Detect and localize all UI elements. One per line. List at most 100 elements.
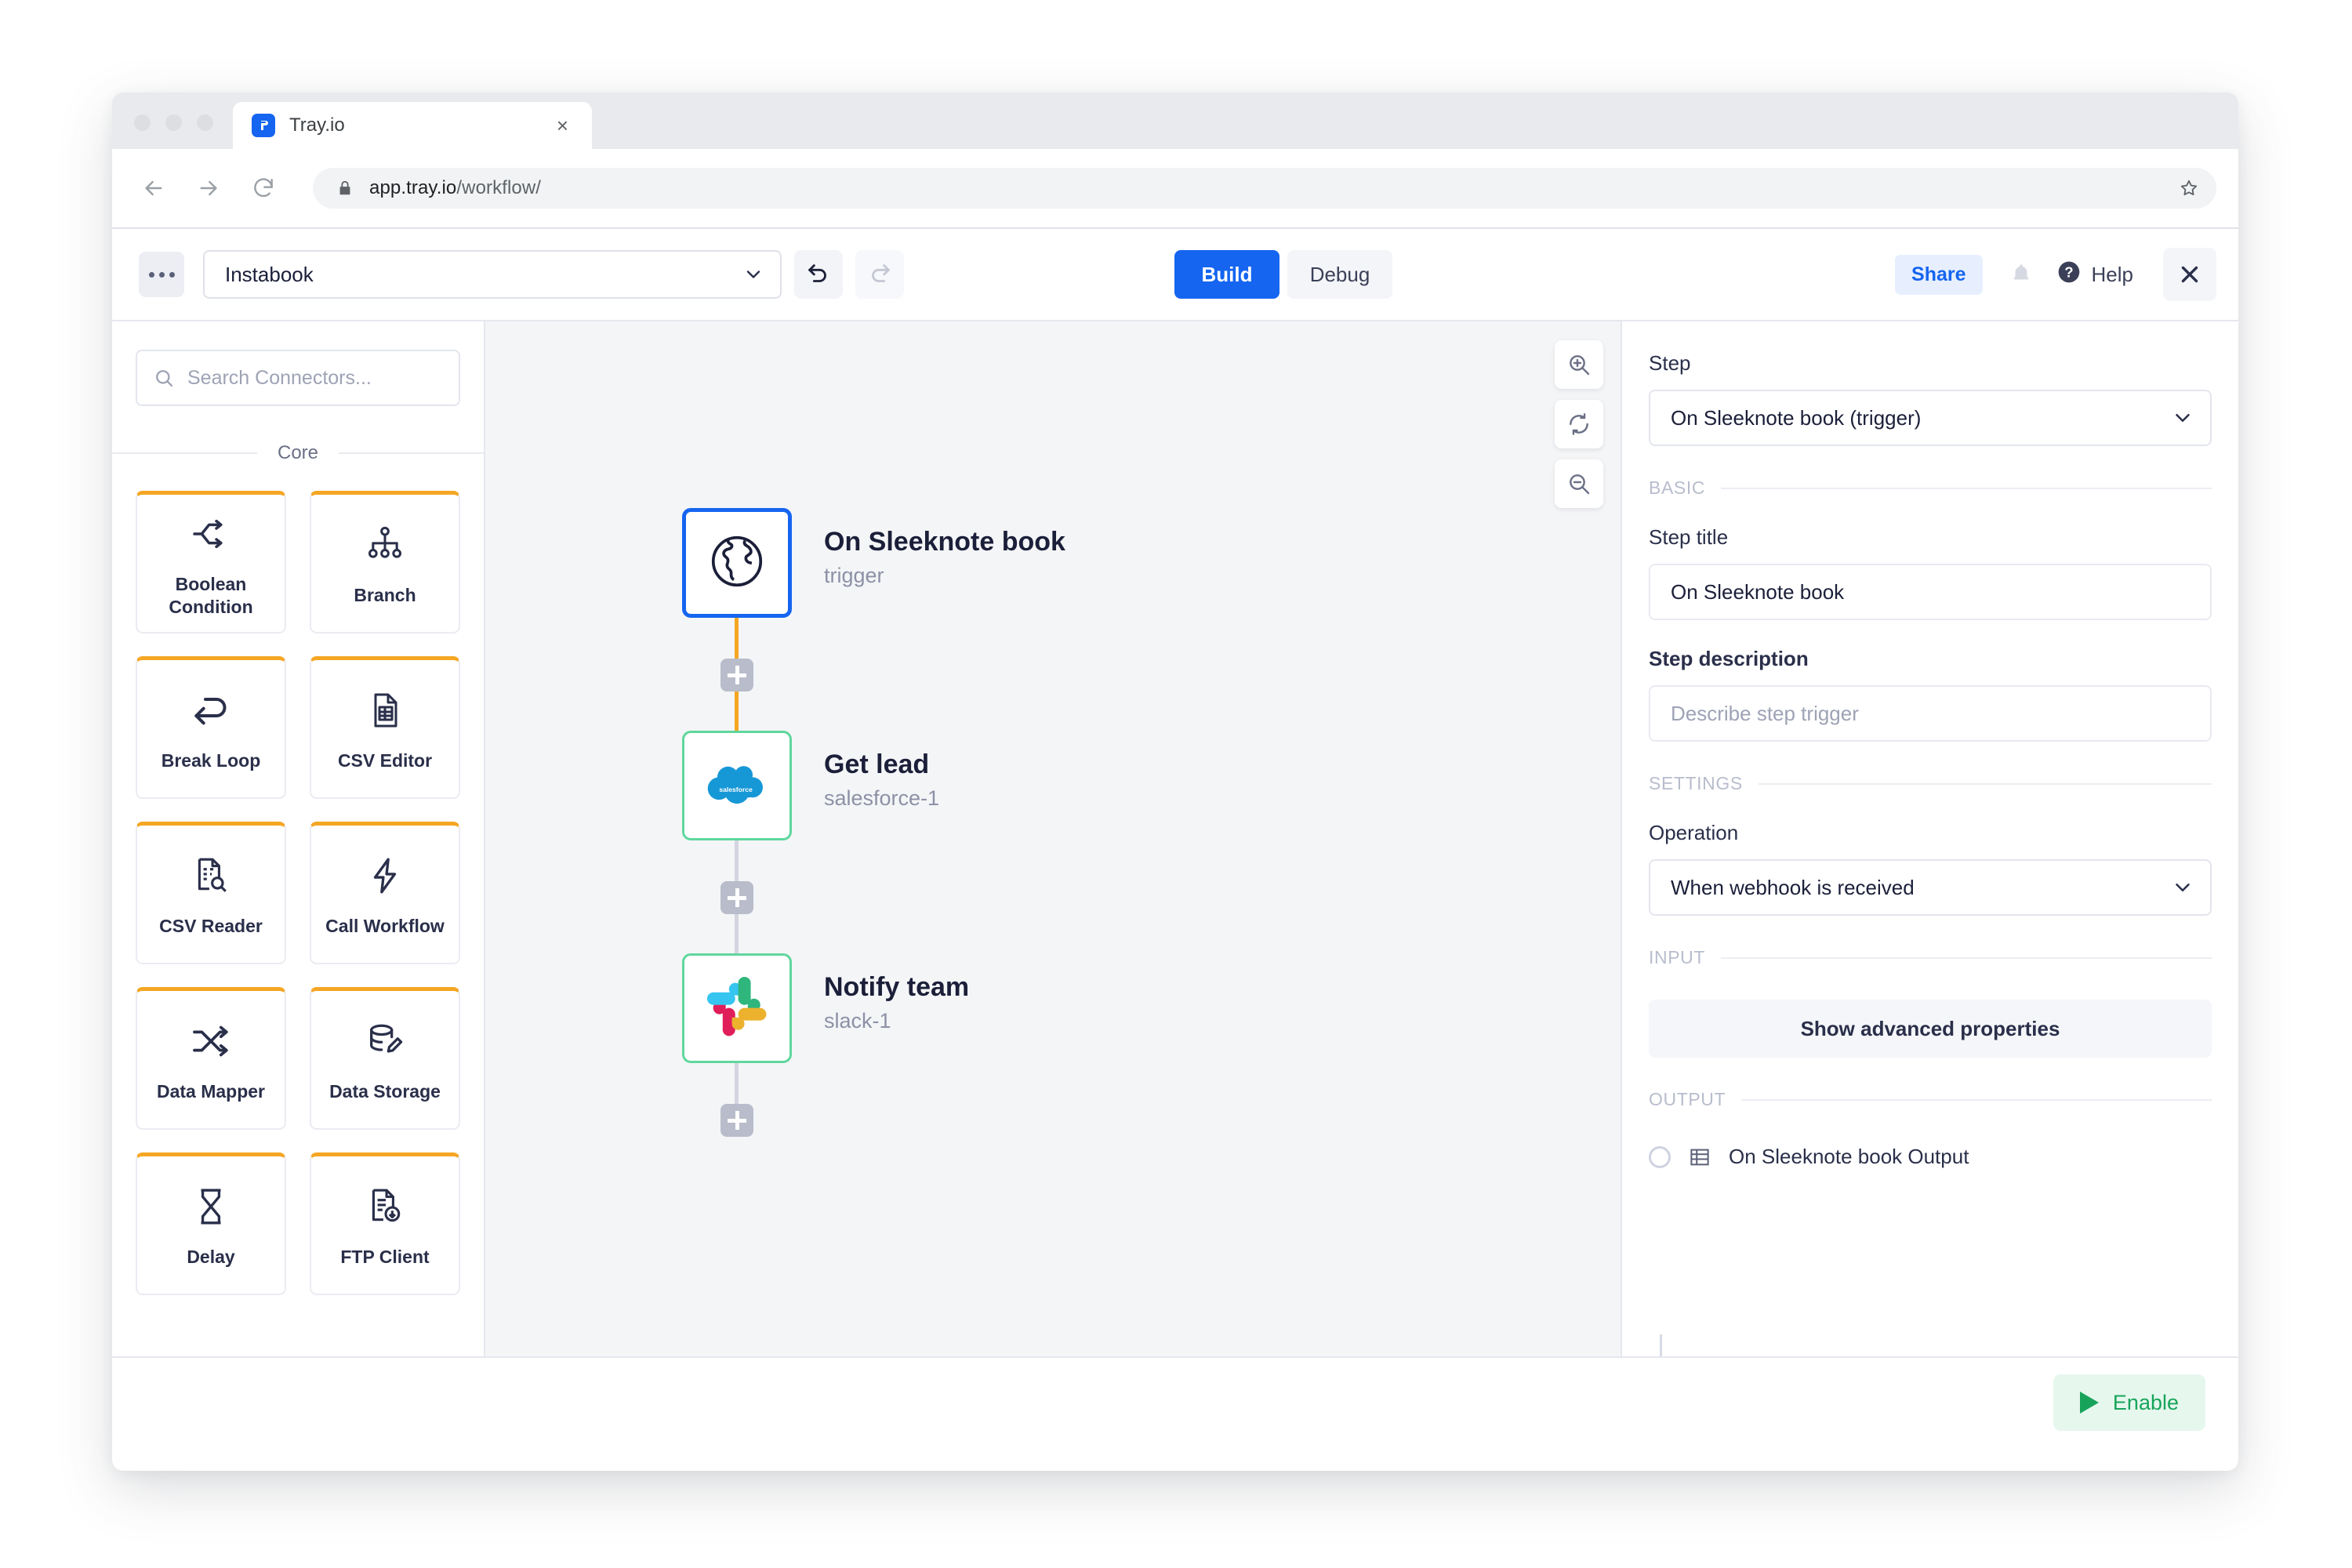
forward-arrow-icon[interactable] (191, 170, 227, 206)
connector-sidebar: Search Connectors... Core Boolean Condit… (112, 321, 485, 1356)
edge-trigger-to-plus (735, 618, 739, 659)
output-section-header: OUTPUT (1649, 1089, 2212, 1110)
section-divider-line (1721, 487, 2212, 489)
chevron-down-icon (2171, 876, 2194, 899)
redo-icon[interactable] (855, 250, 904, 299)
connector-label: Call Workflow (325, 916, 445, 937)
workflow-graph: On Sleeknote book trigger salesforce Get… (485, 321, 1621, 1356)
step-description-label: Step description (1649, 647, 1809, 670)
section-divider-line (1741, 1098, 2212, 1101)
address-bar[interactable]: app.tray.io/workflow/ (313, 168, 2216, 209)
settings-section-header: SETTINGS (1649, 773, 2212, 794)
split-arrows-icon (189, 506, 233, 562)
document-search-icon (191, 848, 230, 904)
connector-card-delay[interactable]: Delay (136, 1152, 286, 1295)
minimize-window-dot[interactable] (165, 114, 182, 131)
add-step-button-2[interactable] (720, 881, 753, 914)
connector-label: Data Storage (329, 1081, 441, 1102)
show-advanced-properties-button[interactable]: Show advanced properties (1649, 1000, 2212, 1058)
connector-label: Branch (354, 585, 416, 606)
search-icon (153, 367, 175, 389)
branch-tree-icon (365, 517, 405, 573)
kebab-menu-icon[interactable] (139, 252, 184, 297)
browser-tab-title: Tray.io (289, 114, 345, 136)
window-traffic-lights (134, 114, 213, 131)
search-placeholder: Search Connectors... (187, 366, 372, 389)
chevron-down-icon (2171, 406, 2194, 430)
connector-card-data-mapper[interactable]: Data Mapper (136, 987, 286, 1130)
edge-plus-to-salesforce (735, 691, 739, 731)
workflow-node-salesforce[interactable]: salesforce (682, 731, 792, 840)
node-label-salesforce: Get lead salesforce-1 (824, 750, 939, 811)
tab-debug[interactable]: Debug (1287, 250, 1392, 299)
undo-icon[interactable] (794, 250, 843, 299)
workflow-node-slack[interactable] (682, 953, 792, 1063)
chevron-down-icon (742, 263, 764, 285)
step-description-input[interactable]: Describe step trigger (1649, 685, 2212, 742)
lock-icon (336, 180, 354, 197)
notification-bell-icon[interactable] (2009, 263, 2033, 286)
output-item-row[interactable]: On Sleeknote book Output (1649, 1145, 2212, 1169)
tab-build[interactable]: Build (1174, 250, 1279, 299)
node-title: On Sleeknote book (824, 527, 1065, 557)
operation-select-value: When webhook is received (1671, 875, 1915, 899)
loop-back-arrow-icon (189, 682, 233, 739)
close-window-dot[interactable] (134, 114, 151, 131)
globe-icon (706, 531, 768, 596)
help-label: Help (2091, 262, 2133, 286)
node-label-trigger: On Sleeknote book trigger (824, 527, 1065, 588)
screenshot-stage: Tray.io × app.tray.io/workflow/ Instaboo… (0, 0, 2352, 1568)
workflow-node-trigger[interactable] (682, 508, 792, 618)
svg-text:?: ? (2064, 263, 2073, 280)
connector-label: FTP Client (340, 1247, 430, 1268)
core-section-label: Core (277, 442, 319, 463)
output-item-label: On Sleeknote book Output (1729, 1145, 1969, 1168)
step-title-label: Step title (1649, 525, 1729, 549)
app-toolbar: Instabook Build Debug Share ? Help (112, 229, 2238, 321)
help-button[interactable]: ? Help (2056, 260, 2133, 290)
reload-icon[interactable] (245, 170, 281, 206)
play-triangle-icon (2079, 1392, 2099, 1414)
document-table-icon (366, 682, 404, 739)
question-circle-icon: ? (2056, 260, 2082, 290)
step-title-input[interactable]: On Sleeknote book (1649, 564, 2212, 620)
add-step-button-1[interactable] (720, 659, 753, 691)
basic-section-label: BASIC (1649, 477, 1706, 498)
enable-button[interactable]: Enable (2053, 1374, 2205, 1431)
workflow-selector[interactable]: Instabook (203, 250, 782, 299)
search-connectors-input[interactable]: Search Connectors... (136, 350, 460, 406)
connector-card-csv-reader[interactable]: CSV Reader (136, 822, 286, 964)
connector-label: CSV Reader (159, 916, 263, 937)
connector-card-break-loop[interactable]: Break Loop (136, 656, 286, 799)
connector-card-data-storage[interactable]: Data Storage (310, 987, 460, 1130)
share-button[interactable]: Share (1895, 254, 1983, 295)
connector-card-boolean-condition[interactable]: Boolean Condition (136, 491, 286, 633)
add-step-button-3[interactable] (720, 1104, 753, 1137)
database-pencil-icon (365, 1013, 405, 1069)
workflow-canvas[interactable]: On Sleeknote book trigger salesforce Get… (485, 321, 1621, 1356)
edge-salesforce-to-plus (735, 840, 739, 881)
close-tab-icon[interactable]: × (557, 115, 568, 136)
hourglass-icon (191, 1178, 230, 1235)
operation-select[interactable]: When webhook is received (1649, 859, 2212, 916)
enable-label: Enable (2112, 1390, 2179, 1414)
bookmark-star-icon[interactable] (2179, 178, 2199, 198)
back-arrow-icon[interactable] (136, 170, 172, 206)
browser-url-bar: app.tray.io/workflow/ (112, 149, 2238, 227)
url-path: /workflow/ (456, 177, 542, 198)
maximize-window-dot[interactable] (197, 114, 213, 131)
app-body: Search Connectors... Core Boolean Condit… (112, 321, 2238, 1356)
document-download-icon (365, 1178, 405, 1235)
close-x-icon[interactable] (2163, 248, 2216, 301)
step-select[interactable]: On Sleeknote book (trigger) (1649, 390, 2212, 446)
output-radio[interactable] (1649, 1145, 1671, 1168)
connector-card-call-workflow[interactable]: Call Workflow (310, 822, 460, 964)
settings-section-label: SETTINGS (1649, 773, 1743, 793)
connector-card-branch[interactable]: Branch (310, 491, 460, 633)
connector-card-csv-editor[interactable]: CSV Editor (310, 656, 460, 799)
browser-tab[interactable]: Tray.io × (233, 102, 592, 149)
connector-card-ftp-client[interactable]: FTP Client (310, 1152, 460, 1295)
output-tree-connector (1660, 1334, 1662, 1356)
step-properties-panel: Step On Sleeknote book (trigger) BASIC S… (1621, 321, 2238, 1356)
table-icon (1688, 1145, 1711, 1169)
